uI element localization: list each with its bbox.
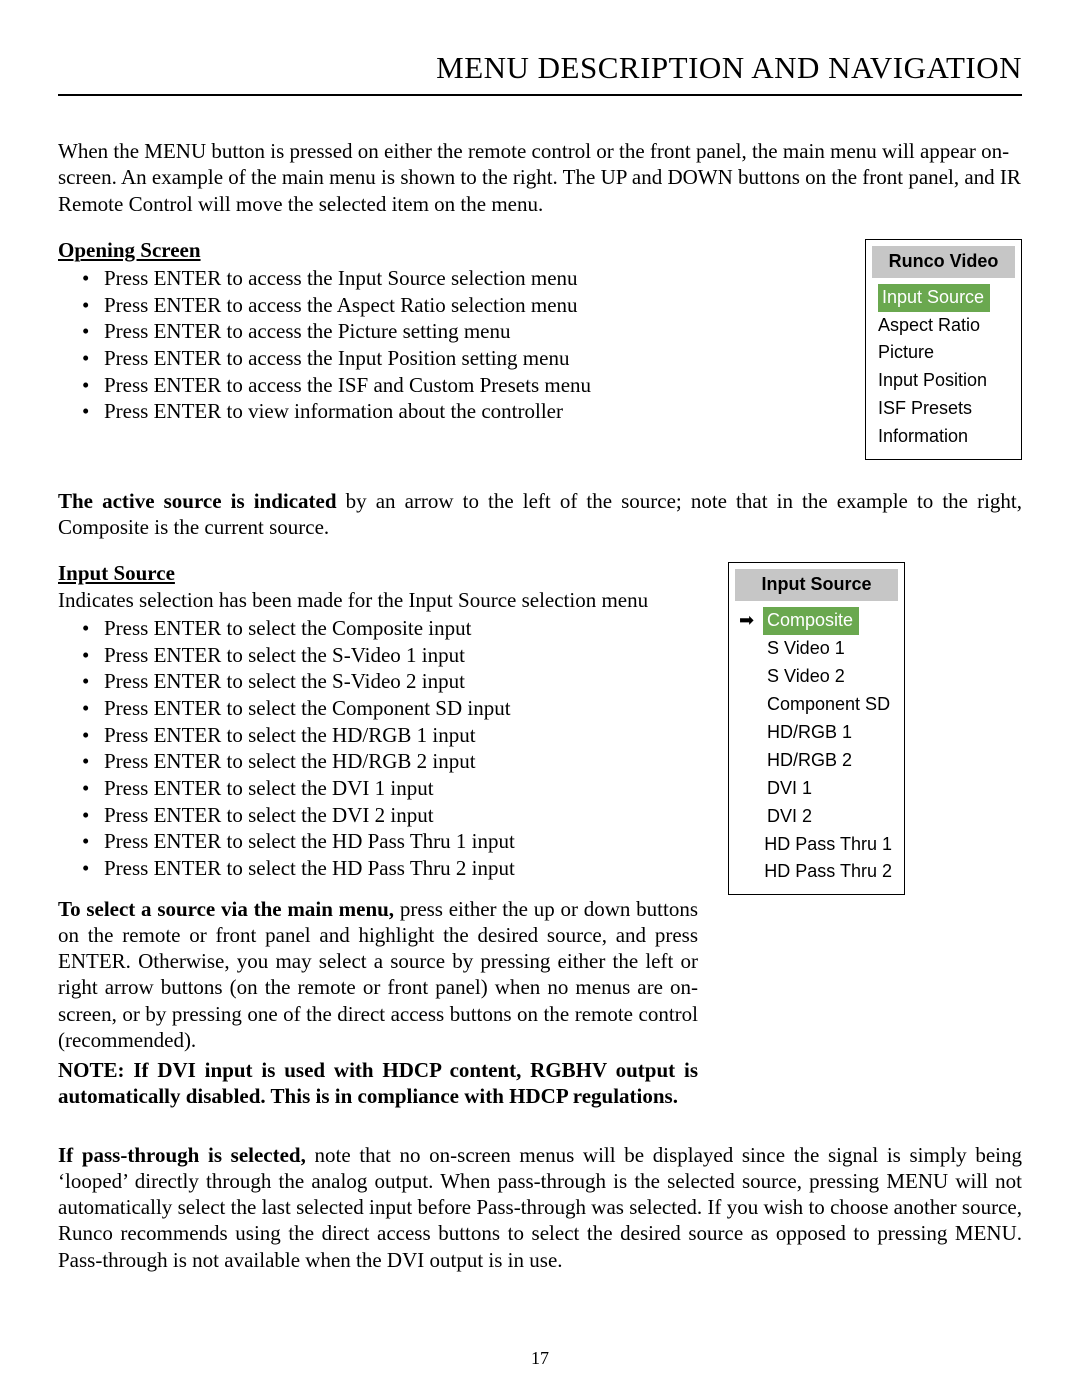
active-source-paragraph: The active source is indicated by an arr… xyxy=(58,488,1022,541)
list-item: Press ENTER to access the Picture settin… xyxy=(58,318,835,345)
menu-item: HD Pass Thru 1 xyxy=(760,831,896,859)
list-item: Press ENTER to select the HD/RGB 2 input xyxy=(58,748,698,775)
select-lead: To select a source via the main menu, xyxy=(58,897,394,921)
menu-item: DVI 1 xyxy=(763,775,816,803)
main-menu-title: Runco Video xyxy=(872,246,1015,278)
input-source-list: Press ENTER to select the Composite inpu… xyxy=(58,615,698,882)
main-menu-items: Input Source Aspect Ratio Picture Input … xyxy=(866,282,1021,459)
list-item: Press ENTER to select the HD Pass Thru 1… xyxy=(58,828,698,855)
menu-item: Input Position xyxy=(874,367,1013,395)
source-menu-title: Input Source xyxy=(735,569,898,601)
opening-screen-list: Press ENTER to access the Input Source s… xyxy=(58,265,835,425)
passthrough-paragraph: If pass-through is selected, note that n… xyxy=(58,1142,1022,1273)
select-source-paragraph: To select a source via the main menu, pr… xyxy=(58,896,698,1054)
list-item: Press ENTER to access the ISF and Custom… xyxy=(58,372,835,399)
intro-paragraph: When the MENU button is pressed on eithe… xyxy=(58,138,1022,217)
list-item: Press ENTER to select the DVI 1 input xyxy=(58,775,698,802)
passthrough-lead: If pass-through is selected, xyxy=(58,1143,306,1167)
page-title: MENU DESCRIPTION AND NAVIGATION xyxy=(58,50,1022,96)
menu-item: HD/RGB 1 xyxy=(763,719,856,747)
source-menu-box: Input Source ➡ Composite S Video 1 S Vid… xyxy=(728,562,905,895)
list-item: Press ENTER to select the Composite inpu… xyxy=(58,615,698,642)
list-item: Press ENTER to view information about th… xyxy=(58,398,835,425)
menu-item: HD/RGB 2 xyxy=(763,747,856,775)
main-menu-box-wrap: Runco Video Input Source Aspect Ratio Pi… xyxy=(865,237,1022,460)
menu-item: Information xyxy=(874,423,1013,451)
list-item: Press ENTER to select the HD/RGB 1 input xyxy=(58,722,698,749)
list-item: Press ENTER to access the Input Source s… xyxy=(58,265,835,292)
menu-item: Aspect Ratio xyxy=(874,312,1013,340)
note-paragraph: NOTE: If DVI input is used with HDCP con… xyxy=(58,1057,698,1110)
input-source-text: Input Source Indicates selection has bee… xyxy=(58,560,698,1109)
list-item: Press ENTER to select the HD Pass Thru 2… xyxy=(58,855,698,882)
list-item: Press ENTER to select the S-Video 1 inpu… xyxy=(58,642,698,669)
arrow-right-icon: ➡ xyxy=(739,607,755,635)
source-menu-items: ➡ Composite S Video 1 S Video 2 Componen… xyxy=(729,605,904,894)
list-item: Press ENTER to select the Component SD i… xyxy=(58,695,698,722)
menu-item: Component SD xyxy=(763,691,894,719)
menu-item: S Video 1 xyxy=(763,635,849,663)
menu-item-selected: Composite xyxy=(763,607,859,635)
input-source-heading: Input Source xyxy=(58,561,175,585)
list-item: Press ENTER to access the Input Position… xyxy=(58,345,835,372)
opening-screen-row: Opening Screen Press ENTER to access the… xyxy=(58,237,1022,460)
document-page: MENU DESCRIPTION AND NAVIGATION When the… xyxy=(0,0,1080,1397)
opening-screen-heading: Opening Screen xyxy=(58,238,201,262)
note-text: NOTE: If DVI input is used with HDCP con… xyxy=(58,1058,698,1108)
source-menu-box-wrap: Input Source ➡ Composite S Video 1 S Vid… xyxy=(728,560,905,895)
menu-item: S Video 2 xyxy=(763,663,849,691)
list-item: Press ENTER to select the DVI 2 input xyxy=(58,802,698,829)
input-source-row: Input Source Indicates selection has bee… xyxy=(58,560,1022,1109)
main-menu-box: Runco Video Input Source Aspect Ratio Pi… xyxy=(865,239,1022,460)
opening-screen-text: Opening Screen Press ENTER to access the… xyxy=(58,237,835,425)
menu-item: DVI 2 xyxy=(763,803,816,831)
list-item: Press ENTER to access the Aspect Ratio s… xyxy=(58,292,835,319)
page-number: 17 xyxy=(0,1348,1080,1369)
active-source-lead: The active source is indicated xyxy=(58,489,337,513)
menu-item: Picture xyxy=(874,339,1013,367)
menu-item-selected: Input Source xyxy=(878,284,990,312)
input-source-subhead: Indicates selection has been made for th… xyxy=(58,588,648,612)
menu-item: ISF Presets xyxy=(874,395,1013,423)
list-item: Press ENTER to select the S-Video 2 inpu… xyxy=(58,668,698,695)
menu-item: HD Pass Thru 2 xyxy=(760,858,896,886)
